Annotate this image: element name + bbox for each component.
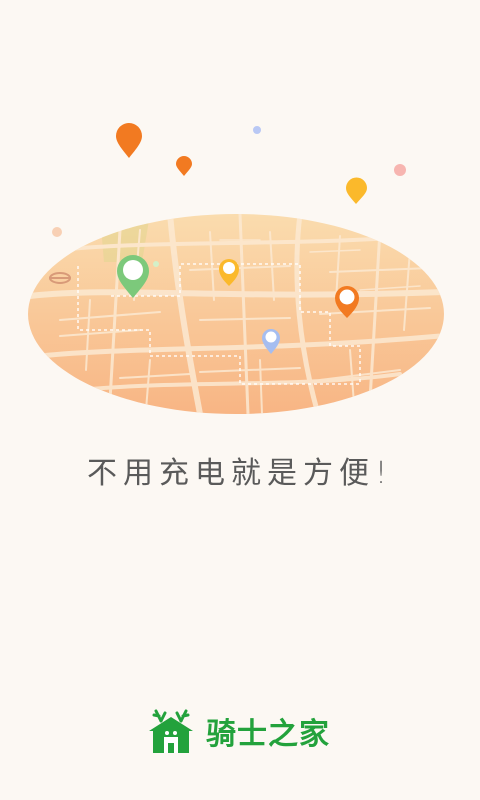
decorative-blue-dot xyxy=(253,126,261,134)
brand-name: 骑士之家 xyxy=(206,717,330,752)
decorative-peach-dot xyxy=(52,227,62,237)
tagline-text: 不用充电就是方便! xyxy=(86,456,394,491)
decorative-pink-dot xyxy=(394,164,406,176)
map-illustration xyxy=(28,123,444,414)
floating-orange-pin-small-icon xyxy=(176,156,192,176)
floating-yellow-pin-icon xyxy=(346,177,367,204)
knight-house-logo-icon xyxy=(149,709,193,753)
brand-logo-group: 骑士之家 xyxy=(146,706,330,756)
floating-orange-pin-large-icon xyxy=(116,123,142,158)
map-disc xyxy=(28,214,444,414)
splash-screen: 不用充电就是方便! 骑士之家 xyxy=(0,0,480,800)
